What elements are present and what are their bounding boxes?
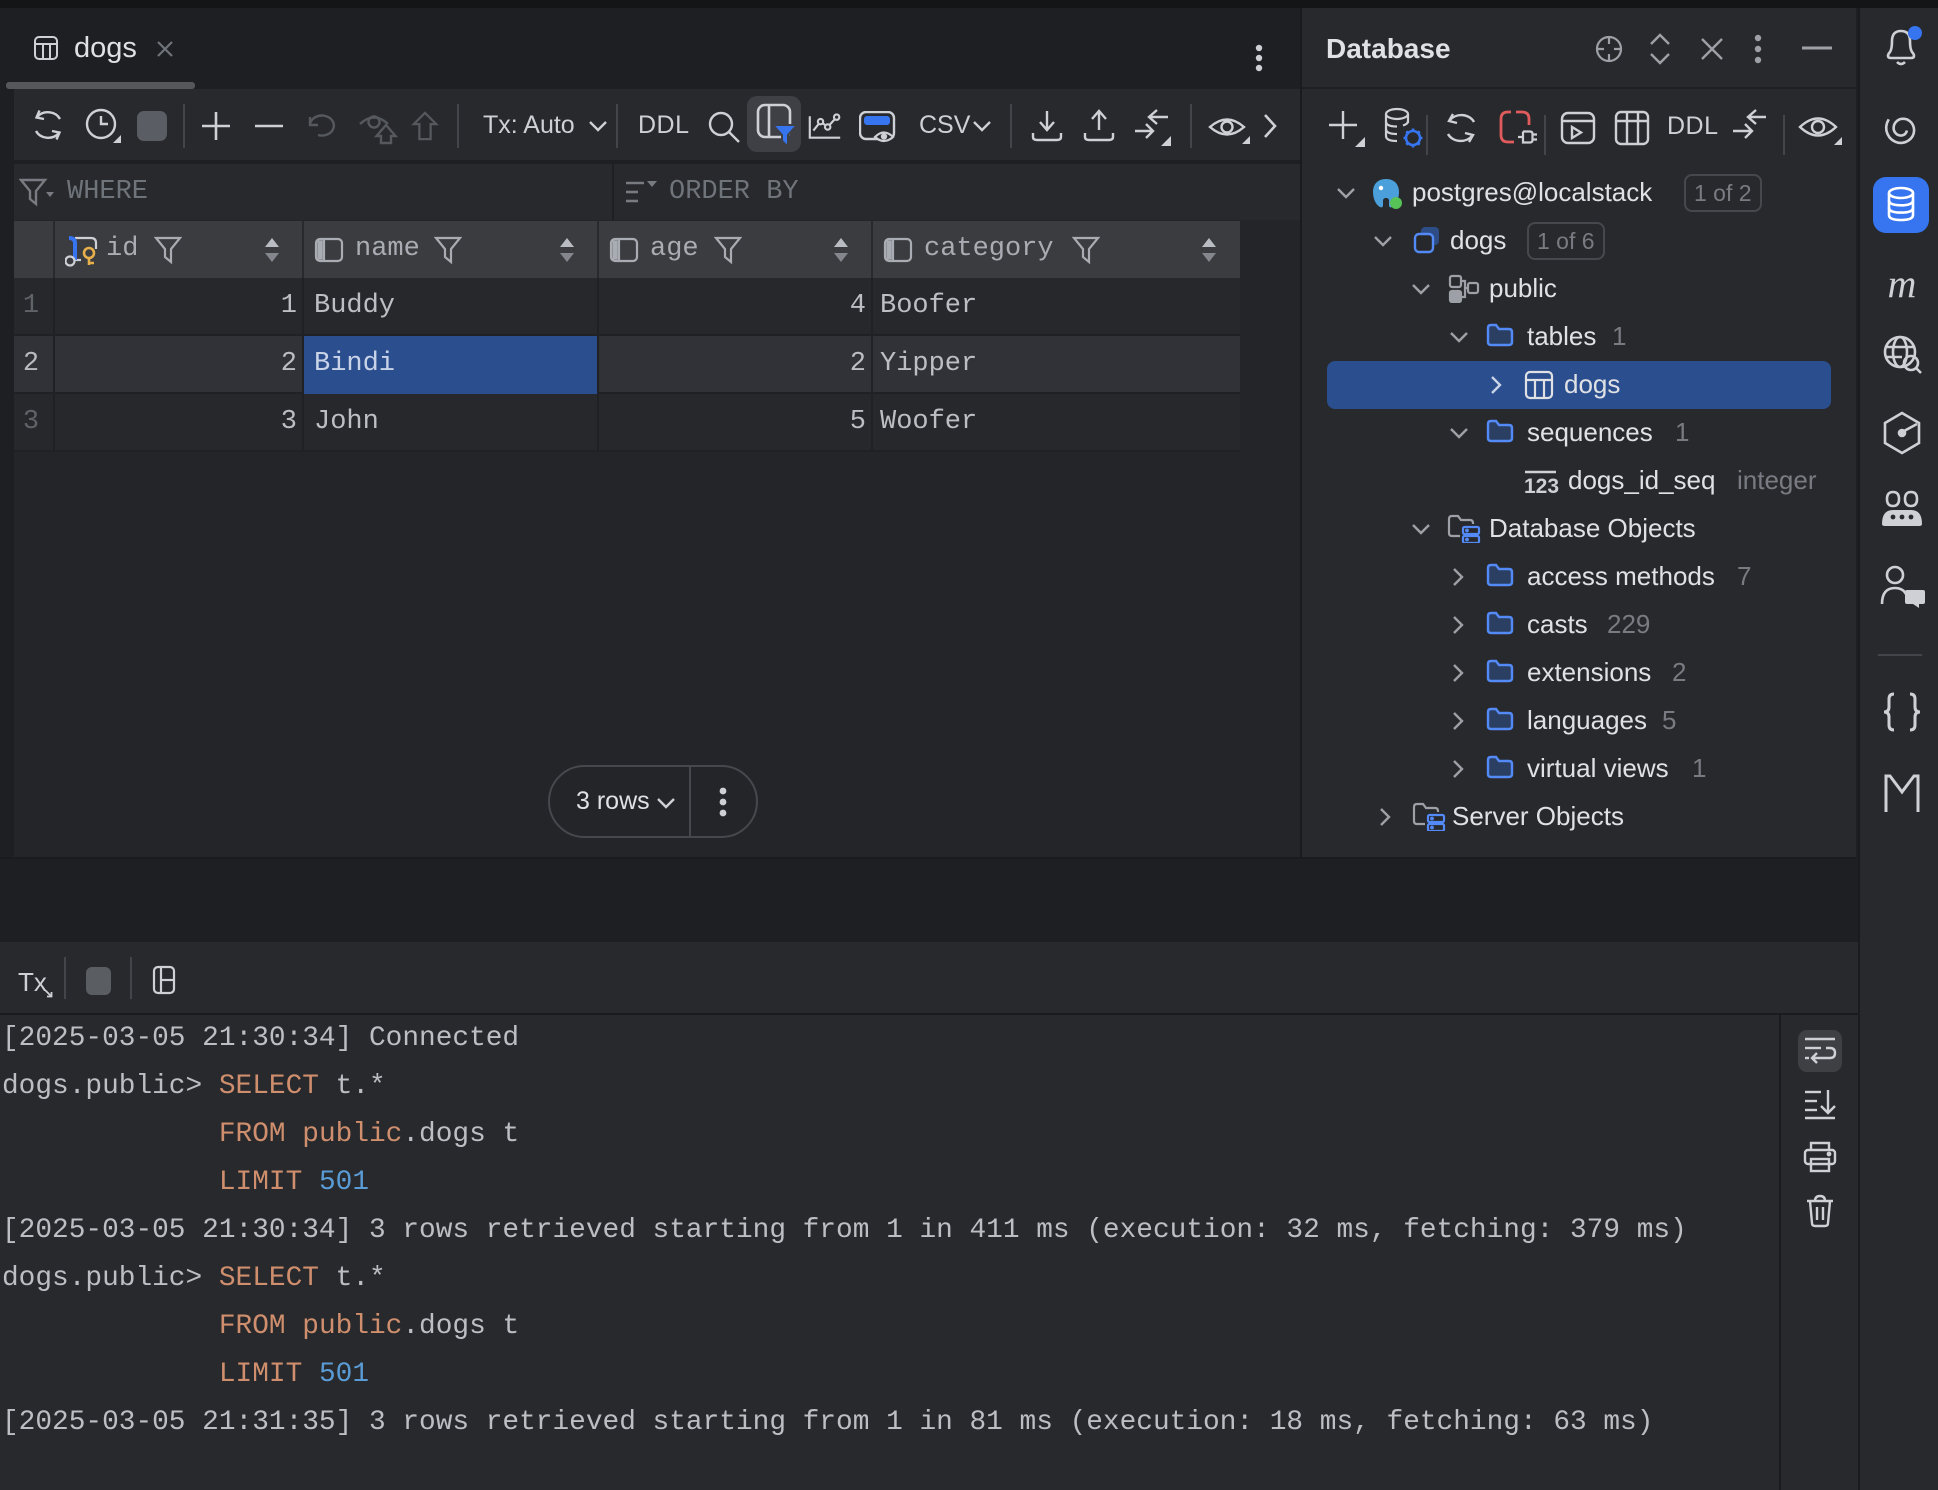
svg-text:123: 123 <box>1524 475 1559 498</box>
